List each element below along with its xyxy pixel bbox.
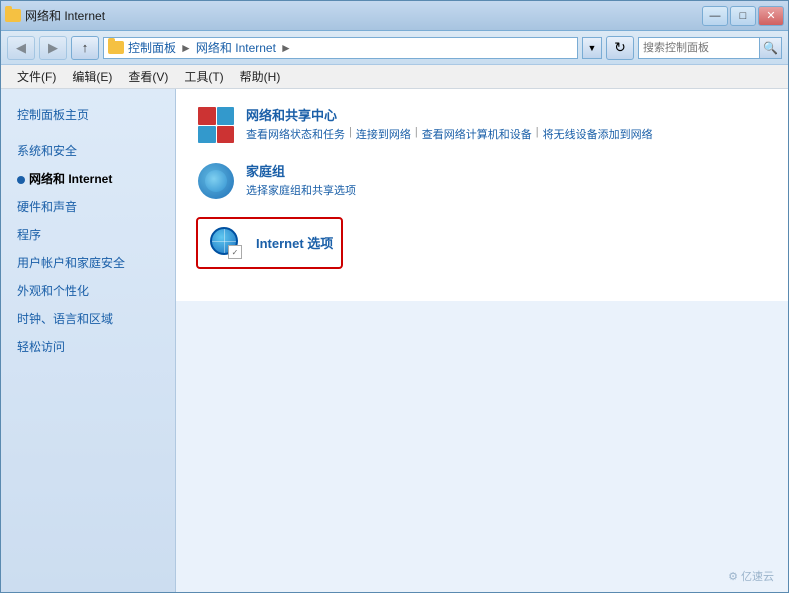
window-icon	[5, 9, 21, 22]
menu-help[interactable]: 帮助(H)	[232, 66, 289, 87]
path-network[interactable]: 网络和 Internet	[196, 39, 276, 56]
net-block-3	[198, 126, 216, 144]
minimize-button[interactable]: —	[702, 6, 728, 26]
sidebar-item-clock[interactable]: 时钟、语言和区域	[1, 305, 175, 333]
internet-options-icon-graphic: ✓	[210, 227, 242, 259]
sidebar-item-appearance[interactable]: 外观和个性化	[1, 277, 175, 305]
sep-3: |	[536, 126, 539, 142]
refresh-button[interactable]: ↻	[606, 36, 634, 60]
main-window: 网络和 Internet — □ ✕ ◀ ▶ ↑ 控制面板 ► 网络和 Inte…	[0, 0, 789, 593]
homegroup-item: 家庭组 选择家庭组和共享选项	[196, 161, 768, 201]
path-separator-2: ►	[280, 41, 292, 55]
sidebar-item-network: 网络和 Internet	[1, 165, 175, 193]
net-block-2	[217, 107, 235, 125]
path-folder-icon	[108, 41, 124, 54]
watermark: ⚙ 亿速云	[728, 568, 774, 584]
homegroup-text: 家庭组 选择家庭组和共享选项	[246, 161, 356, 198]
sidebar-item-accessibility[interactable]: 轻松访问	[1, 333, 175, 361]
main-area: 控制面板主页 系统和安全 网络和 Internet 硬件和声音 程序 用户帐户和…	[1, 89, 788, 592]
sidebar: 控制面板主页 系统和安全 网络和 Internet 硬件和声音 程序 用户帐户和…	[1, 89, 176, 592]
sep-1: |	[349, 126, 352, 142]
path-separator-1: ►	[180, 41, 192, 55]
title-bar-left: 网络和 Internet	[5, 7, 105, 24]
search-input[interactable]	[639, 38, 759, 58]
menu-tools[interactable]: 工具(T)	[176, 66, 231, 87]
content-area: 网络和共享中心 查看网络状态和任务 | 连接到网络 | 查看网络计算机和设备 |…	[176, 89, 788, 301]
address-path: 控制面板 ► 网络和 Internet ►	[103, 37, 578, 59]
homegroup-title[interactable]: 家庭组	[246, 161, 356, 180]
menu-edit[interactable]: 编辑(E)	[64, 66, 120, 87]
search-button[interactable]: 🔍	[759, 38, 781, 58]
internet-options-title[interactable]: Internet 选项	[256, 233, 333, 252]
network-sharing-icon	[196, 105, 236, 145]
close-button[interactable]: ✕	[758, 6, 784, 26]
link-add-wireless[interactable]: 将无线设备添加到网络	[543, 126, 653, 142]
internet-options-item: ✓ Internet 选项	[196, 217, 768, 269]
homegroup-icon-graphic	[198, 163, 234, 199]
homegroup-links: 选择家庭组和共享选项	[246, 182, 356, 198]
title-bar: 网络和 Internet — □ ✕	[1, 1, 788, 31]
ie-paper-graphic: ✓	[228, 245, 242, 259]
internet-options-text: Internet 选项	[256, 233, 333, 254]
maximize-button[interactable]: □	[730, 6, 756, 26]
network-icon-graphic	[198, 107, 234, 143]
path-controlpanel[interactable]: 控制面板	[128, 39, 176, 56]
net-block-1	[198, 107, 216, 125]
network-sharing-item: 网络和共享中心 查看网络状态和任务 | 连接到网络 | 查看网络计算机和设备 |…	[196, 105, 768, 145]
sidebar-item-homepage[interactable]: 控制面板主页	[1, 101, 175, 129]
internet-options-highlight-box: ✓ Internet 选项	[196, 217, 343, 269]
content-wrapper: 网络和共享中心 查看网络状态和任务 | 连接到网络 | 查看网络计算机和设备 |…	[176, 89, 788, 592]
sidebar-item-hardware[interactable]: 硬件和声音	[1, 193, 175, 221]
network-sharing-text: 网络和共享中心 查看网络状态和任务 | 连接到网络 | 查看网络计算机和设备 |…	[246, 105, 653, 142]
link-connect[interactable]: 连接到网络	[356, 126, 411, 142]
menu-bar: 文件(F) 编辑(E) 查看(V) 工具(T) 帮助(H)	[1, 65, 788, 89]
link-view-status[interactable]: 查看网络状态和任务	[246, 126, 345, 142]
active-dot	[17, 176, 25, 184]
internet-options-icon: ✓	[206, 223, 246, 263]
window-title: 网络和 Internet	[25, 7, 105, 24]
address-bar: ◀ ▶ ↑ 控制面板 ► 网络和 Internet ► ▼ ↻ 🔍	[1, 31, 788, 65]
menu-file[interactable]: 文件(F)	[9, 66, 64, 87]
sidebar-item-accounts[interactable]: 用户帐户和家庭安全	[1, 249, 175, 277]
title-bar-buttons: — □ ✕	[702, 6, 784, 26]
up-button[interactable]: ↑	[71, 36, 99, 60]
menu-view[interactable]: 查看(V)	[120, 66, 176, 87]
sidebar-item-system[interactable]: 系统和安全	[1, 137, 175, 165]
sidebar-separator	[1, 129, 175, 137]
link-view-computers[interactable]: 查看网络计算机和设备	[422, 126, 532, 142]
address-dropdown[interactable]: ▼	[582, 37, 602, 59]
homegroup-icon	[196, 161, 236, 201]
sep-2: |	[415, 126, 418, 142]
network-icon-grid	[198, 107, 234, 143]
link-homegroup-share[interactable]: 选择家庭组和共享选项	[246, 182, 356, 198]
sidebar-item-programs[interactable]: 程序	[1, 221, 175, 249]
net-block-4	[217, 126, 235, 144]
forward-button[interactable]: ▶	[39, 36, 67, 60]
homegroup-icon-inner	[205, 170, 227, 192]
back-button[interactable]: ◀	[7, 36, 35, 60]
network-sharing-title[interactable]: 网络和共享中心	[246, 105, 653, 124]
search-box: 🔍	[638, 37, 782, 59]
network-sharing-links: 查看网络状态和任务 | 连接到网络 | 查看网络计算机和设备 | 将无线设备添加…	[246, 126, 653, 142]
